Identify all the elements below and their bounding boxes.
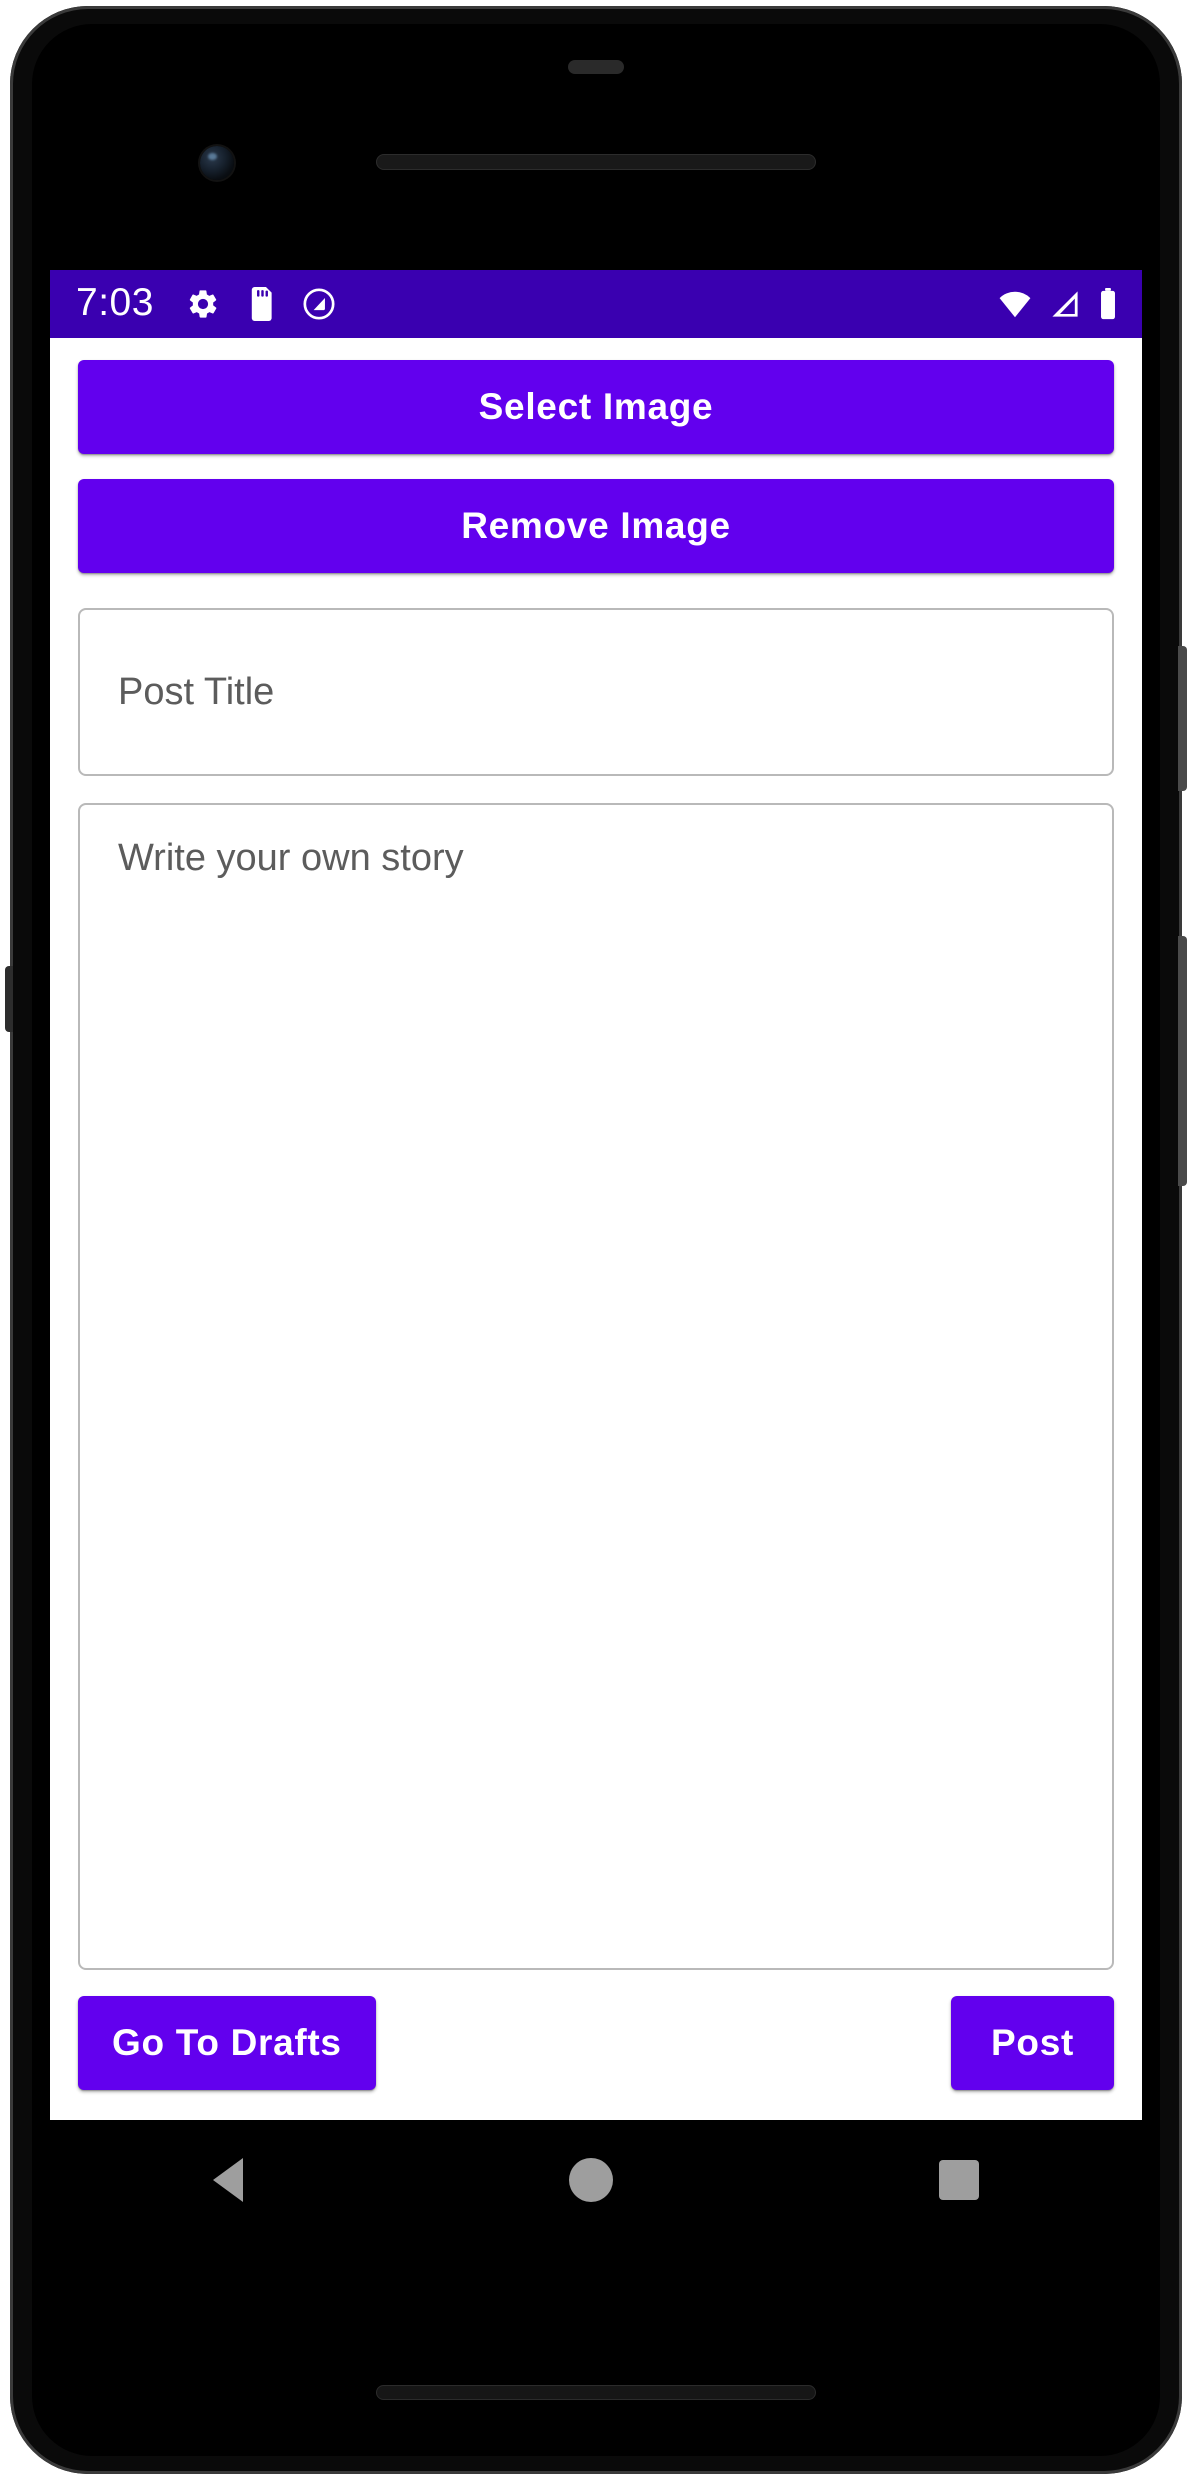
sim-tray bbox=[5, 966, 13, 1032]
front-camera-icon bbox=[200, 146, 234, 180]
back-icon[interactable] bbox=[213, 2158, 243, 2202]
action-row: Go To Drafts Post bbox=[78, 1996, 1114, 2090]
android-viewport: 7:03 Select Image Remove Image Post Titl… bbox=[50, 270, 1142, 2120]
app-content: Select Image Remove Image Go To Drafts P… bbox=[50, 338, 1142, 2120]
top-microphone-slot bbox=[568, 60, 624, 74]
do-not-disturb-icon bbox=[302, 287, 336, 321]
post-button[interactable]: Post bbox=[951, 1996, 1114, 2090]
status-bar-left-icons bbox=[186, 287, 336, 321]
settings-gear-icon bbox=[186, 287, 220, 321]
earpiece-speaker bbox=[376, 154, 816, 170]
recents-icon[interactable] bbox=[939, 2160, 979, 2200]
sd-card-icon bbox=[246, 287, 276, 321]
story-textarea[interactable] bbox=[78, 803, 1114, 1970]
status-bar-clock: 7:03 bbox=[76, 281, 154, 324]
status-bar: 7:03 bbox=[50, 270, 1142, 338]
post-title-input[interactable] bbox=[78, 608, 1114, 776]
volume-rocker-button[interactable] bbox=[1178, 936, 1187, 1186]
phone-screen: 7:03 Select Image Remove Image Post Titl… bbox=[32, 24, 1160, 2456]
bottom-speaker-grille bbox=[376, 2385, 816, 2400]
phone-frame: 7:03 Select Image Remove Image Post Titl… bbox=[5, 6, 1187, 2474]
remove-image-button[interactable]: Remove Image bbox=[78, 479, 1114, 573]
select-image-button[interactable]: Select Image bbox=[78, 360, 1114, 454]
battery-icon bbox=[1098, 288, 1118, 320]
status-bar-right-icons bbox=[998, 288, 1124, 320]
cellular-signal-icon bbox=[1049, 290, 1081, 318]
wifi-icon bbox=[998, 290, 1032, 318]
navigation-bar bbox=[50, 2120, 1142, 2240]
go-to-drafts-button[interactable]: Go To Drafts bbox=[78, 1996, 376, 2090]
power-button[interactable] bbox=[1178, 646, 1187, 791]
home-icon[interactable] bbox=[569, 2158, 613, 2202]
